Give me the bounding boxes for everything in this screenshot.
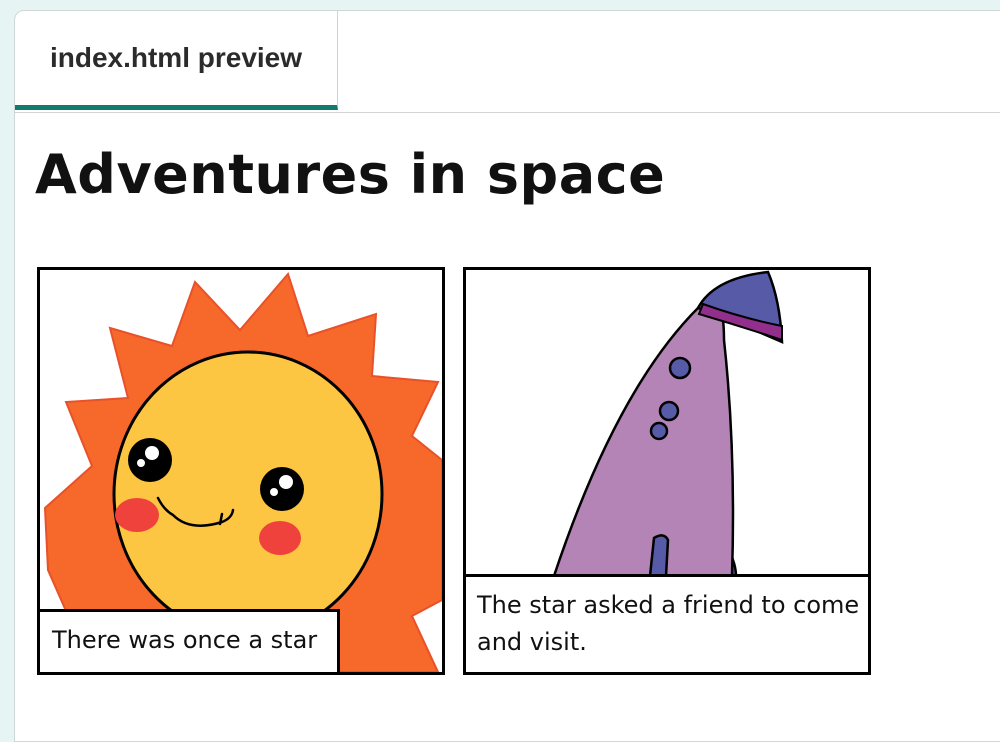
preview-window: index.html preview Adventures in space T… [14, 10, 1000, 742]
left-cheek [115, 498, 159, 532]
rocket-window-3 [649, 421, 669, 441]
right-eye [260, 467, 304, 511]
tab-bar: index.html preview [15, 11, 1000, 113]
panel-1-caption: There was once a star [40, 609, 340, 672]
page-title: Adventures in space [35, 143, 666, 206]
rocket-detail [648, 534, 670, 577]
rocket-body [552, 297, 735, 578]
right-cheek [259, 521, 301, 555]
rocket-window-2 [658, 400, 680, 422]
left-eye [128, 438, 172, 482]
comic-panel-2: The star asked a friend to come and visi… [463, 267, 871, 675]
comic-panel-1: There was once a star [37, 267, 445, 675]
sun-face [112, 350, 384, 638]
tab-index-preview[interactable]: index.html preview [15, 11, 338, 110]
rocket-window-1 [668, 356, 692, 380]
panel-2-caption: The star asked a friend to come and visi… [466, 574, 868, 672]
